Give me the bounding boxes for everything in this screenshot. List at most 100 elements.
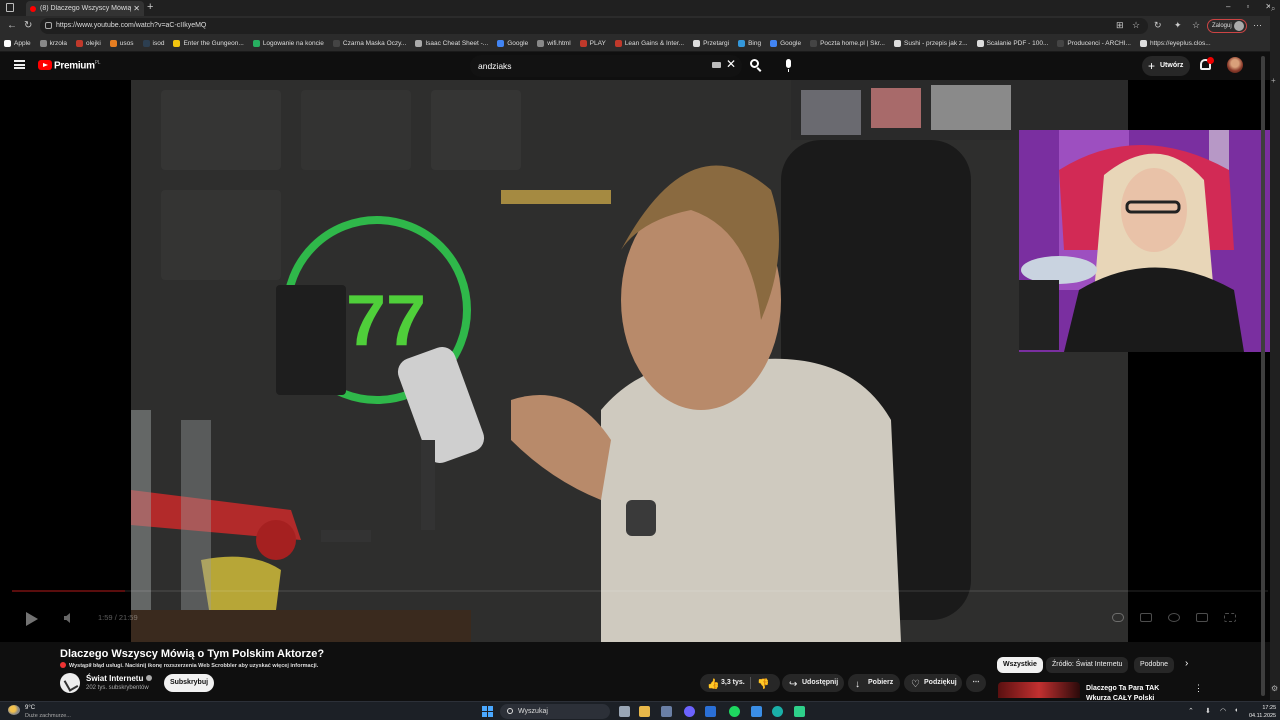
sidebar-settings-icon[interactable]: ⚙ [1271, 684, 1278, 693]
subtitles-icon[interactable] [1140, 613, 1152, 622]
recommendation-thumbnail[interactable] [998, 682, 1080, 698]
spotify-icon[interactable] [729, 706, 740, 717]
sidebar-add-icon[interactable]: + [1271, 76, 1276, 85]
voice-search-button[interactable] [780, 57, 798, 75]
tab-actions-icon[interactable] [6, 3, 14, 12]
recommendation-title[interactable]: Dlaczego Ta Para TAK Wkurza CAŁY Polski … [1086, 684, 1186, 700]
fullscreen-icon[interactable] [1224, 613, 1236, 622]
user-avatar[interactable] [1227, 57, 1243, 73]
bookmark-item[interactable]: Apple [4, 40, 31, 47]
youtube-logo-icon[interactable] [38, 60, 52, 70]
recommendation-menu-icon[interactable]: ⋮ [1194, 683, 1203, 694]
like-count[interactable]: 3,3 tys. [721, 679, 745, 686]
start-button[interactable] [482, 706, 493, 717]
bookmark-item[interactable]: krzoła [39, 40, 67, 47]
hamburger-menu-icon[interactable] [14, 60, 25, 69]
notice-text: Wystąpił błąd usługi. Naciśnij ikonę roz… [69, 663, 319, 669]
weather-description[interactable]: Duże zachmurze... [25, 713, 71, 719]
chip-scroll-right-icon[interactable]: › [1185, 658, 1188, 669]
bookmark-item[interactable]: Czarna Maska Oczy... [332, 40, 406, 47]
site-info-icon[interactable] [45, 22, 52, 29]
bookmark-item[interactable]: wifi.html [537, 40, 571, 47]
new-tab-button[interactable]: + [147, 1, 153, 13]
bookmark-item[interactable]: Producenci - ARCHI... [1057, 40, 1131, 47]
system-clock[interactable]: 17:25 04.11.2025 [1249, 704, 1276, 720]
settings-icon[interactable] [1168, 613, 1180, 622]
reload-icon[interactable]: ↻ [24, 20, 32, 31]
like-icon[interactable]: 👍 [707, 676, 719, 694]
progress-bar[interactable] [12, 590, 1268, 592]
bookmark-favicon-icon [75, 40, 83, 47]
miniplayer-icon[interactable] [1196, 613, 1208, 622]
bookmark-item[interactable]: PLAY [579, 40, 606, 47]
vscode-icon[interactable] [705, 706, 716, 717]
favorites-icon[interactable]: ☆ [1192, 20, 1200, 31]
create-button[interactable]: + Utwórz [1142, 56, 1190, 76]
more-menu-icon[interactable]: ⋯ [1253, 20, 1262, 31]
bookmark-item[interactable]: Logowanie na koncie [252, 40, 324, 47]
discord-icon[interactable] [684, 706, 695, 717]
bookmark-item[interactable]: Enter the Gungeon... [173, 40, 244, 47]
search-input[interactable]: andziaks [470, 55, 742, 77]
bookmark-item[interactable]: isod [142, 40, 164, 47]
app-install-icon[interactable]: ⊞ [1116, 20, 1124, 31]
maximize-icon[interactable]: ▫ [1246, 2, 1249, 11]
bookmark-item[interactable]: Przetargi [693, 40, 729, 47]
chip-all[interactable]: Wszystkie [997, 657, 1043, 673]
dislike-icon[interactable]: 👎 [757, 676, 769, 694]
autoplay-toggle-icon[interactable] [1112, 613, 1124, 622]
bookmark-item[interactable]: Poczta home.pl | Skr... [810, 40, 885, 47]
store-icon[interactable] [751, 706, 762, 717]
bookmark-item[interactable]: https://eyeplus.clos... [1139, 40, 1211, 47]
sidebar-search-icon[interactable]: ⌕ [1271, 4, 1275, 14]
bookmark-star-icon[interactable]: ☆ [1132, 20, 1140, 31]
bookmark-item[interactable]: Google [497, 40, 528, 47]
wifi-icon[interactable]: ◠ [1220, 707, 1226, 715]
weather-temperature[interactable]: 9°C [25, 705, 35, 711]
bookmark-item[interactable]: Scalanie PDF - 100... [976, 40, 1048, 47]
clear-search-icon[interactable]: ✕ [726, 57, 736, 71]
minimize-icon[interactable]: – [1226, 2, 1230, 11]
subscribe-button[interactable]: Subskrybuj [164, 674, 214, 692]
download-button[interactable]: ↓ Pobierz [848, 674, 900, 692]
volume-icon[interactable] [64, 613, 70, 623]
task-view-icon[interactable] [619, 706, 630, 717]
youtube-brand[interactable]: PremiumPL [54, 60, 101, 71]
share-button[interactable]: ↪ Udostępnij [782, 674, 844, 692]
bookmark-item[interactable]: olejki [75, 40, 101, 47]
url-input[interactable]: https://www.youtube.com/watch?v=aC-cIIky… [40, 18, 1148, 34]
bookmark-item[interactable]: Sushi - przepis jak z... [894, 40, 968, 47]
volume-tray-icon[interactable]: ◖ [1234, 707, 1238, 714]
bookmark-item[interactable]: Lean Gains & Inter... [614, 40, 684, 47]
page-scrollbar[interactable] [1259, 52, 1267, 698]
bookmark-item[interactable]: usos [109, 40, 134, 47]
tray-overflow-icon[interactable]: ⌃ [1188, 707, 1194, 715]
scrollbar-thumb[interactable] [1261, 56, 1265, 696]
thanks-button[interactable]: ♡ Podziękuj [904, 674, 962, 692]
weather-icon[interactable] [8, 705, 20, 715]
play-icon[interactable] [26, 612, 38, 626]
keyboard-icon[interactable] [712, 62, 721, 68]
back-icon[interactable]: ← [7, 20, 17, 31]
refresh-extension-icon[interactable]: ↻ [1154, 20, 1162, 31]
bookmark-item[interactable]: Google [770, 40, 801, 47]
close-tab-icon[interactable]: ✕ [133, 4, 140, 13]
app-icon[interactable] [794, 706, 805, 717]
bookmark-item[interactable]: Isaac Cheat Sheet -... [415, 40, 488, 47]
tray-app-icon[interactable]: ⬇ [1205, 707, 1211, 715]
video-frame[interactable]: 77 [131, 80, 1128, 642]
search-button[interactable] [746, 57, 766, 75]
channel-name-link[interactable]: Świat Internetu [86, 674, 153, 683]
channel-avatar[interactable] [60, 673, 80, 693]
chip-related[interactable]: Podobne [1134, 657, 1175, 673]
file-explorer-icon[interactable] [639, 706, 650, 717]
profile-button[interactable]: Zaloguj [1207, 19, 1247, 33]
extensions-icon[interactable]: ✦ [1174, 20, 1182, 31]
edge-icon[interactable] [772, 706, 783, 717]
bookmark-item[interactable]: Bing [738, 40, 761, 47]
taskbar-search-input[interactable]: Wyszukaj [500, 704, 610, 719]
more-actions-button[interactable]: ⋯ [966, 674, 986, 692]
chip-from-channel[interactable]: Źródło: Świat Internetu [1046, 657, 1129, 673]
calculator-icon[interactable] [661, 706, 672, 717]
browser-tab-active[interactable]: (8) Dlaczego Wszyscy Mówią o Ty ✕ [26, 1, 144, 16]
